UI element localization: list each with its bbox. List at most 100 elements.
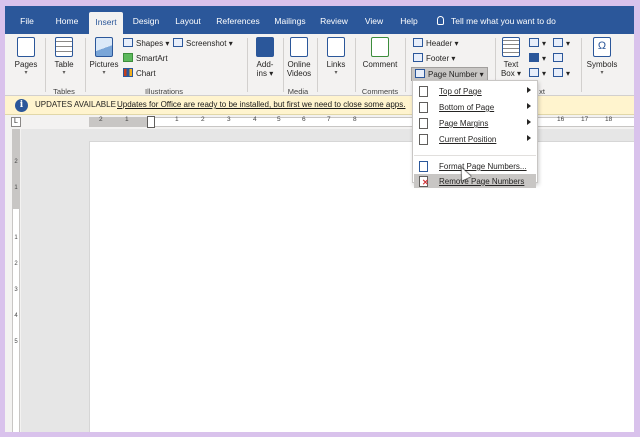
footer-label: Footer xyxy=(426,54,450,63)
tell-me-box[interactable]: Tell me what you want to do xyxy=(437,6,556,34)
divider xyxy=(581,38,582,92)
ruler-number: 5 xyxy=(277,116,281,123)
addins-label-2: ins ▾ xyxy=(256,69,274,78)
menu-item-format-page-numbers[interactable]: Format Page Numbers... xyxy=(414,159,536,174)
page-bottom-icon xyxy=(419,102,428,113)
horizontal-ruler[interactable]: L 2 1 1 2 3 4 5 6 7 8 16 17 18 xyxy=(5,115,634,129)
online-videos-button[interactable]: Online Videos xyxy=(285,37,313,78)
table-button[interactable]: Table ▾ xyxy=(49,37,79,77)
divider xyxy=(405,38,406,92)
header-button[interactable]: Header ▾ xyxy=(413,38,459,48)
tell-me-text: Tell me what you want to do xyxy=(451,16,556,26)
page-number-menu: Top of Page Bottom of Page Page Margins … xyxy=(412,80,538,188)
current-position-icon xyxy=(419,134,428,145)
date-time-button[interactable] xyxy=(553,53,566,63)
pages-label: Pages xyxy=(14,60,38,69)
signature-line-button[interactable]: ▾ xyxy=(553,38,570,48)
ruler-number: 3 xyxy=(227,116,231,123)
ruler-strip xyxy=(89,117,634,127)
smartart-label: SmartArt xyxy=(136,54,168,63)
ruler-number: 1 xyxy=(175,116,179,123)
pages-button[interactable]: Pages ▾ xyxy=(11,37,41,77)
signature-icon xyxy=(553,38,563,47)
table-icon xyxy=(55,37,73,57)
ribbon-insert: Pages ▾ Table ▾ Tables Pictures ▾ Shapes… xyxy=(5,34,634,96)
update-message-link[interactable]: Updates for Office are ready to be insta… xyxy=(117,100,405,109)
drop-cap-button[interactable]: ▾ xyxy=(529,68,546,78)
chevron-down-icon: ▾ xyxy=(24,70,28,76)
vertical-ruler[interactable]: 2 1 1 2 3 4 5 xyxy=(12,129,20,432)
chevron-down-icon: ▾ xyxy=(228,39,233,48)
chevron-down-icon: ▾ xyxy=(62,70,66,76)
screenshot-button[interactable]: Screenshot ▾ xyxy=(173,38,233,48)
tab-file[interactable]: File xyxy=(14,6,40,34)
divider xyxy=(355,38,356,92)
tab-references[interactable]: References xyxy=(213,6,263,34)
omega-icon: Ω xyxy=(593,37,611,57)
ruler-number: 7 xyxy=(327,116,331,123)
link-icon xyxy=(327,37,345,57)
quick-parts-button[interactable]: ▾ xyxy=(529,38,546,48)
tab-mailings[interactable]: Mailings xyxy=(269,6,311,34)
footer-button[interactable]: Footer ▾ xyxy=(413,53,455,63)
links-label: Links xyxy=(326,60,346,69)
menu-item-top-of-page[interactable]: Top of Page xyxy=(414,84,536,99)
page-number-button[interactable]: Page Number ▾ xyxy=(411,67,488,81)
text-box-icon xyxy=(502,37,520,57)
update-notification-bar: i UPDATES AVAILABLE Updates for Office a… xyxy=(5,96,634,115)
online-videos-label: Online xyxy=(287,60,311,69)
tab-help[interactable]: Help xyxy=(395,6,423,34)
chevron-down-icon: ▾ xyxy=(334,70,338,76)
document-page[interactable] xyxy=(89,141,634,432)
chevron-down-icon: ▾ xyxy=(165,39,170,48)
menu-item-current-position[interactable]: Current Position xyxy=(414,132,536,147)
vertical-ruler-margin xyxy=(13,129,19,209)
ruler-number: 6 xyxy=(302,116,306,123)
links-button[interactable]: Links ▾ xyxy=(321,37,351,77)
ruler-number: 1 xyxy=(125,116,129,123)
update-title: UPDATES AVAILABLE xyxy=(35,100,116,109)
symbols-button[interactable]: Ω Symbols ▾ xyxy=(585,37,619,77)
pictures-button[interactable]: Pictures ▾ xyxy=(89,37,119,77)
addins-button[interactable]: Add- ins ▾ xyxy=(251,37,279,78)
menu-item-page-margins[interactable]: Page Margins xyxy=(414,116,536,131)
submenu-arrow-icon xyxy=(527,87,531,93)
tab-insert[interactable]: Insert xyxy=(89,12,123,34)
tab-design[interactable]: Design xyxy=(129,6,163,34)
format-page-numbers-icon xyxy=(419,161,428,172)
smartart-button[interactable]: SmartArt xyxy=(123,53,168,63)
menu-item-bottom-of-page[interactable]: Bottom of Page xyxy=(414,100,536,115)
chevron-down-icon: ▾ xyxy=(600,70,604,76)
chart-button[interactable]: Chart xyxy=(123,68,156,78)
tab-view[interactable]: View xyxy=(359,6,389,34)
object-button[interactable]: ▾ xyxy=(553,68,570,78)
submenu-arrow-icon xyxy=(527,103,531,109)
comment-button[interactable]: Comment xyxy=(359,37,401,69)
tab-layout[interactable]: Layout xyxy=(171,6,205,34)
ruler-number: 17 xyxy=(581,116,589,123)
chevron-down-icon: ▾ xyxy=(451,54,456,63)
text-box-button[interactable]: Text Box ▾ xyxy=(499,37,523,78)
ruler-number: 4 xyxy=(253,116,257,123)
ruler-number: 2 xyxy=(201,116,205,123)
group-label-tables: Tables xyxy=(53,87,75,96)
indent-marker[interactable] xyxy=(147,116,155,128)
wordart-button[interactable]: ▾ xyxy=(529,53,546,63)
symbols-label: Symbols xyxy=(586,60,618,69)
pictures-label: Pictures xyxy=(89,60,119,69)
online-video-icon xyxy=(290,37,308,57)
menu-item-label: Page Margins xyxy=(439,119,489,128)
word-window: File Home Insert Design Layout Reference… xyxy=(5,6,634,432)
ruler-number: 3 xyxy=(14,287,18,293)
shapes-icon xyxy=(123,38,133,47)
tab-selector-icon[interactable]: L xyxy=(11,117,21,127)
page-number-label: Page Number xyxy=(428,70,478,79)
tab-review[interactable]: Review xyxy=(317,6,351,34)
chevron-down-icon: ▾ xyxy=(102,70,106,76)
addins-icon xyxy=(256,37,274,57)
menu-item-remove-page-numbers[interactable]: ✕ Remove Page Numbers xyxy=(414,174,536,188)
shapes-button[interactable]: Shapes ▾ xyxy=(123,38,169,48)
tab-home[interactable]: Home xyxy=(51,6,83,34)
object-icon xyxy=(553,68,563,77)
info-icon: i xyxy=(15,99,28,112)
